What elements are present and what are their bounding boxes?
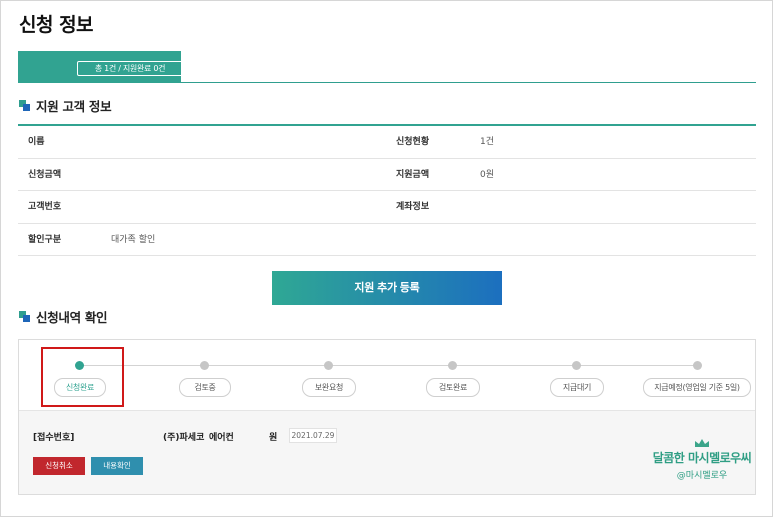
section-bullet-icon (19, 100, 30, 111)
application-date: 2021.07.29 (289, 428, 337, 443)
row-label: 신청금액 (28, 169, 62, 180)
watermark-title: 달콤한 마시멜로우씨 (652, 451, 752, 465)
step-label-reviewed: 검토완료 (426, 378, 480, 397)
row-label: 고객번호 (28, 202, 62, 212)
step-label-scheduled: 지급예정(영업일 기준 5일) (643, 378, 751, 397)
customer-info-table: 이름 신청현황 1건 신청금액 지원금액 0원 고객번호 계좌정보 할인구분 대… (18, 124, 756, 256)
row-label: 신청현황 (396, 137, 430, 147)
crown-icon (695, 439, 709, 447)
cancel-application-button[interactable]: 신청취소 (33, 457, 85, 475)
row-label: 계좌정보 (396, 202, 430, 212)
history-section-title: 신청내역 확인 (19, 307, 108, 326)
info-row-name: 이름 신청현황 1건 (18, 126, 756, 159)
section-bullet-icon (19, 311, 30, 322)
progress-line (79, 365, 699, 366)
application-detail: [접수번호] (주)파세코 에어컨 원 2021.07.29 신청취소 내용확인 (19, 411, 755, 494)
row-label: 할인구분 (28, 234, 62, 245)
info-row-amount: 신청금액 지원금액 0원 (18, 159, 756, 191)
company-name: (주)파세코 (163, 433, 205, 443)
add-support-button[interactable]: 지원 추가 등록 (272, 271, 502, 305)
info-row-customer-number: 고객번호 계좌정보 (18, 191, 756, 224)
progress-steps: 신청완료 검토중 보완요청 검토완료 지급대기 지급예정(영업일 기준 5일) (19, 340, 755, 411)
customer-section-title: 지원 고객 정보 (19, 96, 112, 115)
step-dot-reviewing (200, 361, 209, 370)
tab-summary-label: 총 1건 / 지원완료 0건 (77, 61, 183, 76)
highlight-box (41, 347, 124, 407)
step-dot-scheduled (693, 361, 702, 370)
info-row-discount: 할인구분 대가족 할인 (18, 224, 756, 256)
product-name: 에어컨 (209, 433, 234, 443)
step-dot-reviewed (448, 361, 457, 370)
step-dot-awaiting (572, 361, 581, 370)
step-label-supplement: 보완요청 (302, 378, 356, 397)
view-details-button[interactable]: 내용확인 (91, 457, 143, 475)
row-label: 이름 (28, 137, 45, 147)
watermark-handle: @마시멜로우 (676, 471, 728, 481)
row-value: 대가족 할인 (111, 234, 156, 245)
amount-unit: 원 (269, 433, 278, 443)
tab-bar: 총 1건 / 지원완료 0건 (18, 51, 756, 83)
row-label: 지원금액 (396, 169, 430, 180)
tab-summary[interactable]: 총 1건 / 지원완료 0건 (18, 51, 183, 83)
step-label-awaiting: 지급대기 (550, 378, 604, 397)
page-title: 신청 정보 (19, 14, 94, 36)
history-section-label: 신청내역 확인 (36, 310, 108, 325)
customer-section-label: 지원 고객 정보 (36, 99, 112, 114)
step-label-reviewing: 검토중 (179, 378, 231, 397)
receipt-number-label: [접수번호] (33, 433, 75, 443)
row-value: 1건 (480, 137, 495, 147)
row-value: 0원 (480, 169, 495, 180)
watermark: 달콤한 마시멜로우씨 @마시멜로우 (646, 438, 758, 481)
step-dot-supplement (324, 361, 333, 370)
